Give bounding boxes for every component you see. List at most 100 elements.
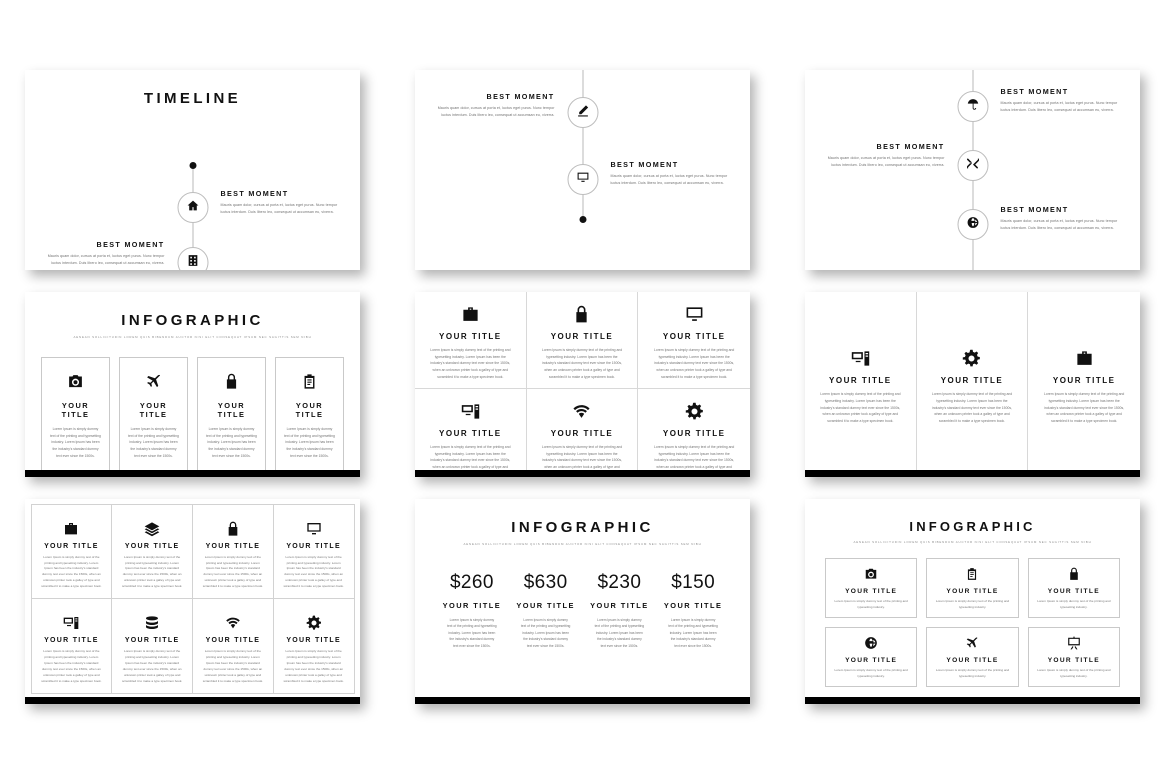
cell-heading: YOUR TITLE <box>940 376 1004 386</box>
globe-icon <box>966 216 979 234</box>
card-body: Lorem Ipsum is simply dummy text of the … <box>50 427 101 458</box>
timeline-graphic: BEST MOMENT Mauris quam dolor, cursus at… <box>25 107 360 270</box>
grid-cell[interactable]: YOUR TITLE Lorem Ipsum is simply dummy t… <box>111 598 193 694</box>
stat-body: Lorem Ipsum is simply dummy text of the … <box>447 618 497 648</box>
timeline-node-tools[interactable] <box>957 150 988 181</box>
grid-cell[interactable]: YOUR TITLE Lorem Ipsum is simply dummy t… <box>30 598 113 694</box>
mini-card[interactable]: YOUR TITLE Lorem Ipsum is simply dummy t… <box>1027 558 1120 618</box>
slide-stats[interactable]: INFOGRAPHIC AENEAN SOLLICITUDIN LOREM QU… <box>415 499 750 704</box>
mini-card[interactable]: YOUR TITLE Lorem Ipsum is simply dummy t… <box>825 626 918 687</box>
mini-body: Lorem Ipsum is simply dummy text of the … <box>1037 599 1111 609</box>
grid-cell[interactable]: YOUR TITLE Lorem Ipsum is simply dummy t… <box>415 292 527 390</box>
slide-minigrid-3x2[interactable]: INFOGRAPHIC AENEAN SOLLICITUDIN LOREM QU… <box>805 499 1140 704</box>
cell-grid: YOUR TITLE Lorem Ipsum is simply dummy t… <box>415 292 750 477</box>
card-item[interactable]: YOUR TITLE Lorem Ipsum is simply dummy t… <box>275 357 344 473</box>
slide-timeline-2[interactable]: BEST MOMENT Mauris quam dolor, cursus at… <box>415 70 750 270</box>
grid-cell[interactable]: YOUR TITLE Lorem Ipsum is simply dummy t… <box>1028 292 1140 477</box>
slide-timeline-3[interactable]: BEST MOMENT Mauris quam dolor, cursus at… <box>805 70 1140 270</box>
briefcase-icon <box>63 513 79 537</box>
mini-heading: YOUR TITLE <box>845 656 898 664</box>
slide-footer-bar <box>805 697 1140 704</box>
gear-icon <box>306 607 322 631</box>
slide-cellgrid-3x2[interactable]: YOUR TITLE Lorem Ipsum is simply dummy t… <box>415 292 750 477</box>
slide-infographic-cards[interactable]: INFOGRAPHIC AENEAN SOLLICITUDIN LOREM QU… <box>25 292 360 477</box>
stat-item[interactable]: $630 YOUR TITLE Lorem Ipsum is simply du… <box>511 572 581 649</box>
timeline-text-2: BEST MOMENT Mauris quam dolor, cursus at… <box>43 240 165 268</box>
grid-cell[interactable]: YOUR TITLE Lorem Ipsum is simply dummy t… <box>30 503 113 599</box>
cell-heading: YOUR TITLE <box>286 542 341 550</box>
tools-icon <box>966 157 979 175</box>
timeline-text-1: BEST MOMENT Mauris quam dolor, cursus at… <box>221 189 343 217</box>
mini-body: Lorem Ipsum is simply dummy text of the … <box>935 599 1010 609</box>
mini-card[interactable]: YOUR TITLE Lorem Ipsum is simply dummy t… <box>926 626 1019 687</box>
card-item[interactable]: YOUR TITLE Lorem Ipsum is simply dummy t… <box>197 357 266 473</box>
wifi-icon <box>225 607 241 631</box>
slide-boxgrid-4x2[interactable]: YOUR TITLE Lorem Ipsum is simply dummy t… <box>25 499 360 704</box>
slide-cellgrid-1x3[interactable]: YOUR TITLE Lorem Ipsum is simply dummy t… <box>805 292 1140 477</box>
slide-title-area: INFOGRAPHIC AENEAN SOLLICITUDIN LOREM QU… <box>25 312 360 339</box>
moment-body: Mauris quam dolor, cursus at porta et, l… <box>1000 219 1118 231</box>
cell-heading: YOUR TITLE <box>124 542 180 550</box>
mini-card[interactable]: YOUR TITLE Lorem Ipsum is simply dummy t… <box>926 558 1019 618</box>
grid-cell[interactable]: YOUR TITLE Lorem Ipsum is simply dummy t… <box>272 598 355 694</box>
timeline-node-monitor[interactable] <box>567 164 598 195</box>
lock-icon <box>206 370 257 392</box>
cell-heading: YOUR TITLE <box>662 429 726 439</box>
grid-cell[interactable]: YOUR TITLE Lorem Ipsum is simply dummy t… <box>272 503 355 599</box>
timeline-node-pen[interactable] <box>567 97 598 128</box>
page-title: TIMELINE <box>143 90 242 107</box>
stat-heading: YOUR TITLE <box>590 601 649 610</box>
card-heading: YOUR TITLE <box>217 401 246 419</box>
grid-cell[interactable]: YOUR TITLE Lorem Ipsum is simply dummy t… <box>527 389 639 477</box>
moment-body: Mauris quam dolor, cursus at porta et, l… <box>220 203 338 215</box>
cell-heading: YOUR TITLE <box>439 332 502 341</box>
page-subtitle: AENEAN SOLLICITUDIN LOREM QUIS BIBENDUM … <box>73 335 312 339</box>
stat-heading: YOUR TITLE <box>516 601 575 610</box>
stat-body: Lorem Ipsum is simply dummy text of the … <box>594 618 645 648</box>
slide-timeline-1[interactable]: TIMELINE BEST MOMENT Mauris quam dolor, … <box>25 70 360 270</box>
mini-card[interactable]: YOUR TITLE Lorem Ipsum is simply dummy t… <box>825 558 918 618</box>
card-item[interactable]: YOUR TITLE Lorem Ipsum is simply dummy t… <box>41 357 110 473</box>
cell-heading: YOUR TITLE <box>662 332 726 341</box>
stat-item[interactable]: $260 YOUR TITLE Lorem Ipsum is simply du… <box>437 572 507 649</box>
cell-heading: YOUR TITLE <box>550 332 614 341</box>
grid-cell[interactable]: YOUR TITLE Lorem Ipsum is simply dummy t… <box>111 503 193 599</box>
grid-cell[interactable]: YOUR TITLE Lorem Ipsum is simply dummy t… <box>526 292 639 390</box>
timeline-node-globe[interactable] <box>957 209 988 240</box>
grid-cell[interactable]: YOUR TITLE Lorem Ipsum is simply dummy t… <box>192 598 274 694</box>
monitor-icon <box>685 300 704 324</box>
grid-cell[interactable]: YOUR TITLE Lorem Ipsum is simply dummy t… <box>805 292 917 477</box>
mini-card[interactable]: YOUR TITLE Lorem Ipsum is simply dummy t… <box>1027 626 1120 687</box>
timeline-node-umbrella[interactable] <box>957 91 988 122</box>
stat-item[interactable]: $150 YOUR TITLE Lorem Ipsum is simply du… <box>658 572 728 649</box>
page-title: INFOGRAPHIC <box>511 519 654 536</box>
umbrella-icon <box>966 98 979 116</box>
timeline-node-home[interactable] <box>177 192 208 223</box>
grid-cell[interactable]: YOUR TITLE Lorem Ipsum is simply dummy t… <box>638 292 750 390</box>
cell-heading: YOUR TITLE <box>439 429 502 439</box>
timeline-graphic: BEST MOMENT Mauris quam dolor, cursus at… <box>805 70 1140 270</box>
grid-cell[interactable]: YOUR TITLE Lorem Ipsum is simply dummy t… <box>192 503 274 599</box>
clipboard-icon <box>965 565 979 583</box>
card-heading: YOUR TITLE <box>61 401 90 419</box>
cell-heading: YOUR TITLE <box>44 637 99 645</box>
building-icon <box>186 254 199 271</box>
mini-heading: YOUR TITLE <box>845 588 898 595</box>
timeline-node-building[interactable] <box>177 247 208 270</box>
card-item[interactable]: YOUR TITLE Lorem Ipsum is simply dummy t… <box>119 357 188 473</box>
cell-body: Lorem Ipsum is simply dummy text of the … <box>430 348 511 379</box>
cell-heading: YOUR TITLE <box>286 637 341 645</box>
monitor-icon <box>306 513 322 537</box>
grid-cell[interactable]: YOUR TITLE Lorem Ipsum is simply dummy t… <box>415 389 527 477</box>
cell-body: Lorem Ipsum is simply dummy text of the … <box>41 554 102 588</box>
grid-cell[interactable]: YOUR TITLE Lorem Ipsum is simply dummy t… <box>638 389 750 477</box>
mini-body: Lorem Ipsum is simply dummy text of the … <box>834 599 908 609</box>
mini-body: Lorem Ipsum is simply dummy text of the … <box>834 667 908 678</box>
cell-body: Lorem Ipsum is simply dummy text of the … <box>121 554 183 588</box>
timeline-text-1: BEST MOMENT Mauris quam dolor, cursus at… <box>433 92 555 120</box>
camera-icon <box>864 565 878 583</box>
page-subtitle: AENEAN SOLLICITUDIN LOREM QUIS BIBENDUM … <box>853 540 1092 544</box>
stat-heading: YOUR TITLE <box>442 601 502 610</box>
stat-item[interactable]: $230 YOUR TITLE Lorem Ipsum is simply du… <box>585 572 655 649</box>
grid-cell[interactable]: YOUR TITLE Lorem Ipsum is simply dummy t… <box>917 292 1029 477</box>
